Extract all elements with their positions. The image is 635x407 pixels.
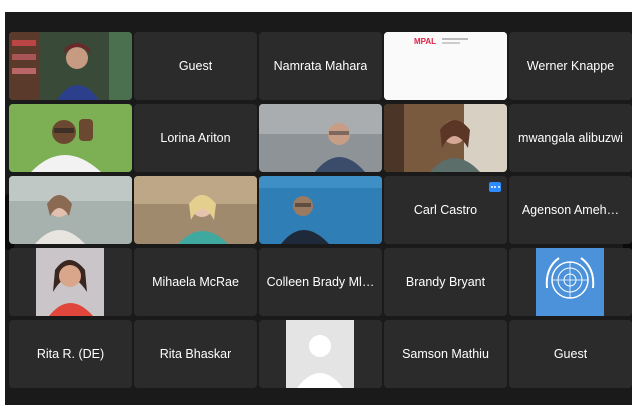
video-feed — [134, 176, 257, 244]
participant-tile[interactable]: Werner Knappe — [509, 32, 632, 100]
participant-name: Colleen Brady Ml… — [266, 275, 375, 289]
participant-tile[interactable] — [9, 32, 132, 100]
participant-name: Rita R. (DE) — [36, 347, 105, 361]
participant-tile[interactable] — [384, 104, 507, 172]
video-feed — [259, 104, 382, 172]
participant-name: Brandy Bryant — [405, 275, 486, 289]
participant-name: Mihaela McRae — [152, 275, 239, 289]
video-feed — [9, 104, 132, 172]
participant-name: Namrata Mahara — [273, 59, 368, 73]
participant-tile[interactable] — [9, 248, 132, 316]
participant-name: Rita Bhaskar — [159, 347, 232, 361]
participant-tile[interactable]: Mihaela McRae — [134, 248, 257, 316]
participant-tile[interactable]: mwangala alibuzwi — [509, 104, 632, 172]
participant-name: Guest — [553, 347, 588, 361]
avatar-placeholder — [259, 320, 382, 388]
participant-tile[interactable] — [259, 176, 382, 244]
meeting-window: Guest Namrata Mahara MPAL Werner Knappe — [5, 12, 632, 405]
video-feed — [384, 104, 507, 172]
participant-tile[interactable] — [134, 176, 257, 244]
screen-share: MPAL — [384, 32, 507, 100]
participant-tile[interactable]: Samson Mathiu — [384, 320, 507, 388]
participant-tile[interactable]: Lorina Ariton — [134, 104, 257, 172]
participant-name: mwangala alibuzwi — [518, 131, 623, 145]
un-logo — [509, 248, 632, 316]
participant-tile[interactable]: Rita Bhaskar — [134, 320, 257, 388]
participant-name: Agenson Ameh… — [521, 203, 620, 217]
participant-name: Samson Mathiu — [402, 347, 489, 361]
participant-tile[interactable] — [9, 176, 132, 244]
participant-tile[interactable]: MPAL — [384, 32, 507, 100]
participant-tile[interactable]: Brandy Bryant — [384, 248, 507, 316]
participant-tile[interactable] — [509, 248, 632, 316]
participant-tile[interactable]: Guest — [509, 320, 632, 388]
participant-tile[interactable] — [259, 320, 382, 388]
video-feed — [9, 176, 132, 244]
video-feed — [9, 32, 132, 100]
participant-name: Carl Castro — [413, 203, 478, 217]
participant-tile[interactable]: Rita R. (DE) — [9, 320, 132, 388]
video-feed — [9, 248, 132, 316]
participant-tile[interactable] — [259, 104, 382, 172]
participant-name: Lorina Ariton — [160, 131, 231, 145]
screen-share-logo: MPAL — [414, 37, 436, 46]
gallery-grid: Guest Namrata Mahara MPAL Werner Knappe — [9, 32, 632, 388]
participant-tile[interactable]: Guest — [134, 32, 257, 100]
participant-name: Guest — [178, 59, 213, 73]
participant-tile[interactable] — [9, 104, 132, 172]
participant-tile[interactable]: Agenson Ameh… — [509, 176, 632, 244]
participant-tile[interactable]: Colleen Brady Ml… — [259, 248, 382, 316]
participant-tile[interactable]: Carl Castro — [384, 176, 507, 244]
participant-tile[interactable]: Namrata Mahara — [259, 32, 382, 100]
video-feed — [259, 176, 382, 244]
participant-name: Werner Knappe — [526, 59, 615, 73]
more-options-icon[interactable] — [489, 182, 501, 192]
